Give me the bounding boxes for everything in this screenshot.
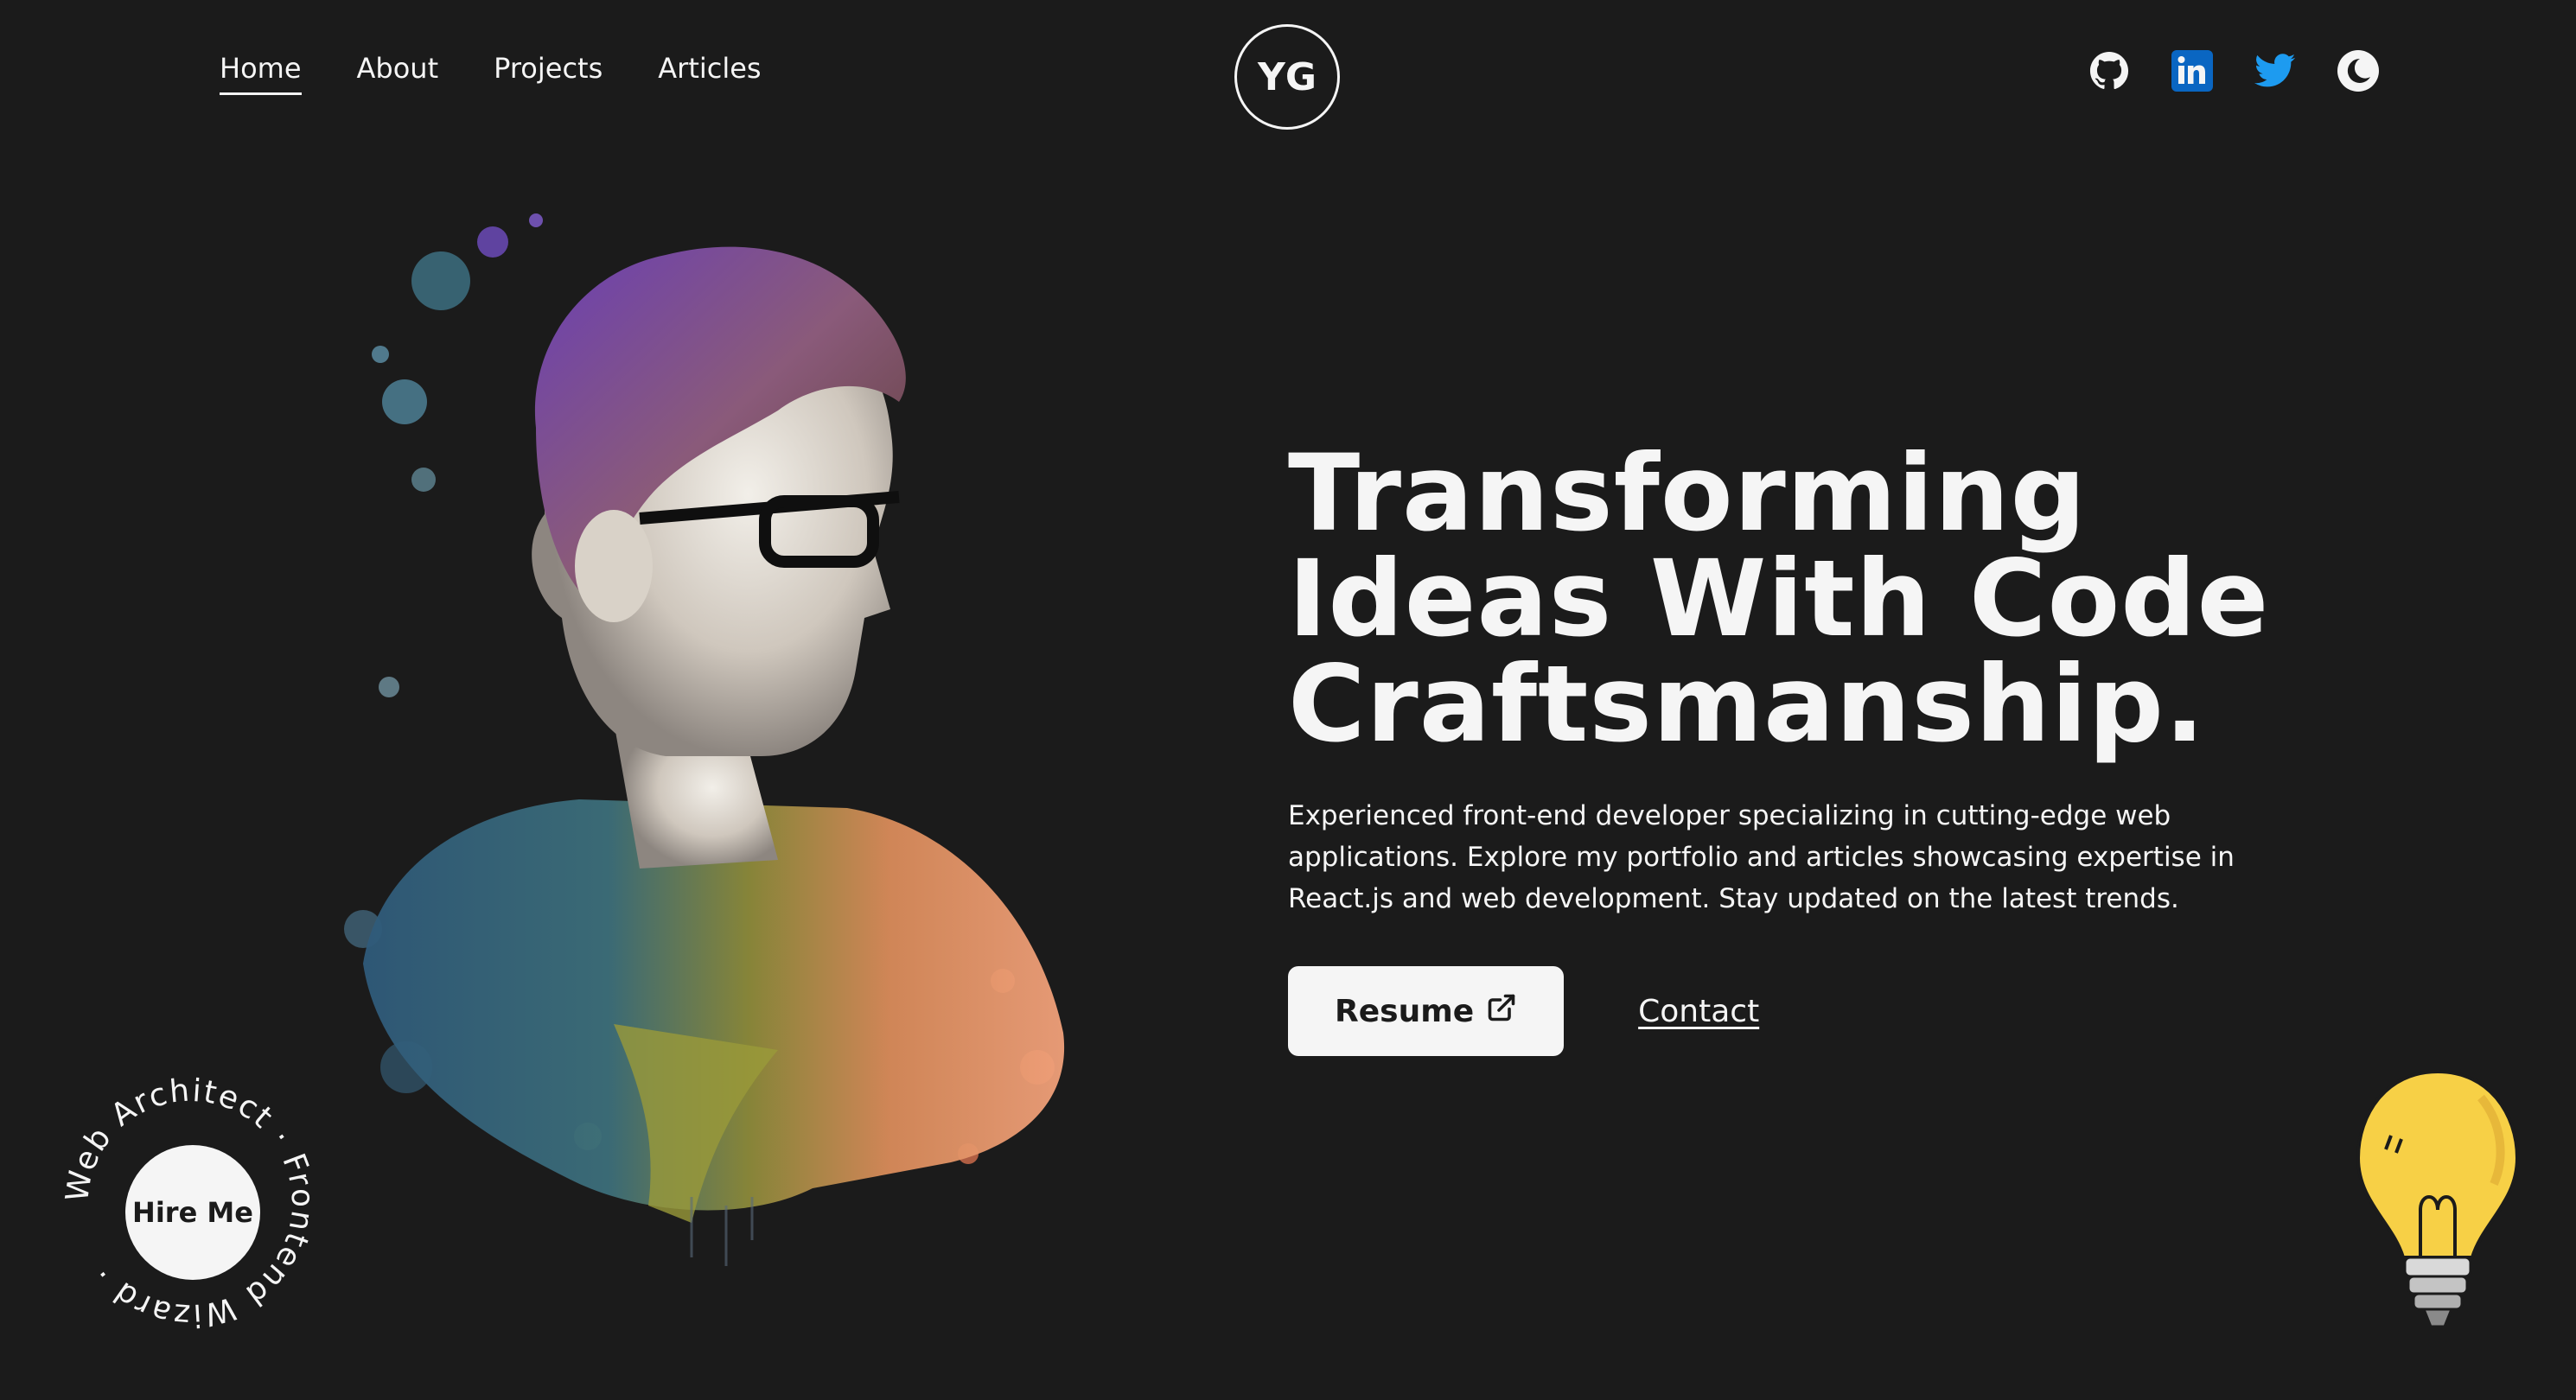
page: Home About Projects Articles YG Transfor… — [0, 0, 2576, 1400]
hero-section: Transforming Ideas With Code Craftsmansh… — [1288, 441, 2412, 1056]
github-icon[interactable] — [2088, 50, 2130, 92]
hero-actions: Resume Contact — [1288, 966, 2412, 1056]
twitter-icon[interactable] — [2254, 50, 2296, 92]
social-links — [2088, 50, 2379, 92]
nav-link-home[interactable]: Home — [220, 52, 302, 95]
main-nav: Home About Projects Articles — [220, 52, 762, 95]
contact-link[interactable]: Contact — [1638, 994, 1759, 1029]
headline-line-3: Craftsmanship. — [1288, 643, 2206, 766]
hero-description: Experienced front-end developer speciali… — [1288, 800, 2235, 914]
linkedin-icon[interactable] — [2171, 50, 2213, 92]
nav-link-about[interactable]: About — [357, 52, 439, 93]
theme-toggle-icon[interactable] — [2337, 50, 2379, 92]
nav-link-articles[interactable]: Articles — [658, 52, 761, 93]
hire-me-button[interactable]: Hire Me — [125, 1145, 260, 1280]
developer-portrait-image — [344, 213, 1065, 1266]
hero-headline: Transforming Ideas With Code Craftsmansh… — [1288, 441, 2412, 757]
site-logo[interactable]: YG — [1234, 24, 1340, 130]
lightbulb-icon — [2356, 1069, 2520, 1328]
headline-line-1: Transforming — [1288, 432, 2087, 555]
external-link-icon — [1486, 992, 1517, 1031]
resume-button-label: Resume — [1335, 993, 1475, 1029]
hire-me-badge: Web Architect · Frontend Wizard · Hire M… — [61, 1073, 320, 1333]
headline-line-2: Ideas With Code — [1288, 538, 2270, 660]
nav-link-projects[interactable]: Projects — [494, 52, 603, 93]
resume-button[interactable]: Resume — [1288, 966, 1565, 1056]
